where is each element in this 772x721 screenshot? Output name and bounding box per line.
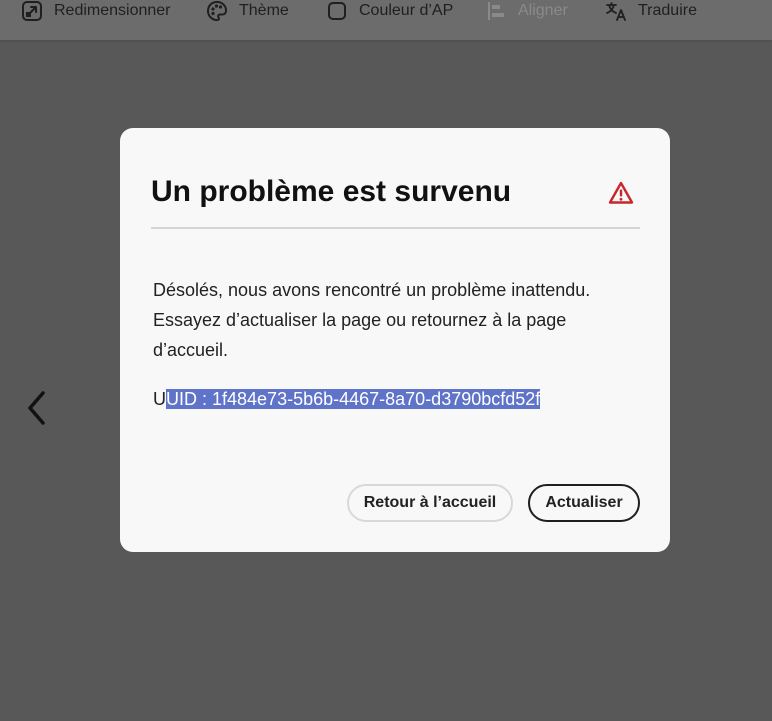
align-icon — [488, 2, 504, 20]
resize-icon — [22, 1, 42, 21]
translate-label: Traduire — [638, 2, 697, 19]
error-dialog: Un problème est survenu Désolés, nous av… — [120, 128, 670, 552]
uuid-text[interactable]: UUID : 1f484e73-5b6b-4467-8a70-d3790bcfd… — [153, 385, 541, 414]
dialog-message: Désolés, nous avons rencontré un problèm… — [153, 280, 591, 360]
chevron-left-icon — [28, 391, 45, 425]
palette-icon — [206, 0, 228, 22]
resize-label: Redimensionner — [54, 2, 171, 19]
previous-button[interactable] — [22, 388, 50, 428]
square-icon — [328, 2, 346, 20]
theme-button[interactable]: Thème — [206, 0, 289, 22]
uuid-selection: UID : 1f484e73-5b6b-4467-8a70-d3790bcfd5… — [166, 389, 541, 409]
theme-label: Thème — [239, 2, 289, 19]
title-divider — [151, 227, 640, 229]
uuid-prefix: U — [153, 389, 166, 409]
top-toolbar: Redimensionner Thème Couleur d’AP Aligne… — [0, 0, 772, 40]
alert-triangle-icon — [608, 181, 634, 204]
refresh-button[interactable]: Actualiser — [528, 484, 640, 522]
align-button: Aligner — [485, 0, 568, 22]
dialog-title: Un problème est survenu — [151, 175, 512, 208]
translate-icon — [606, 2, 626, 21]
back-home-button[interactable]: Retour à l’accueil — [347, 484, 513, 522]
translate-button[interactable]: Traduire — [605, 0, 697, 22]
resize-button[interactable]: Redimensionner — [21, 0, 171, 22]
align-label: Aligner — [518, 2, 568, 19]
ap-color-label: Couleur d’AP — [359, 2, 454, 19]
ap-color-button[interactable]: Couleur d’AP — [326, 0, 453, 22]
